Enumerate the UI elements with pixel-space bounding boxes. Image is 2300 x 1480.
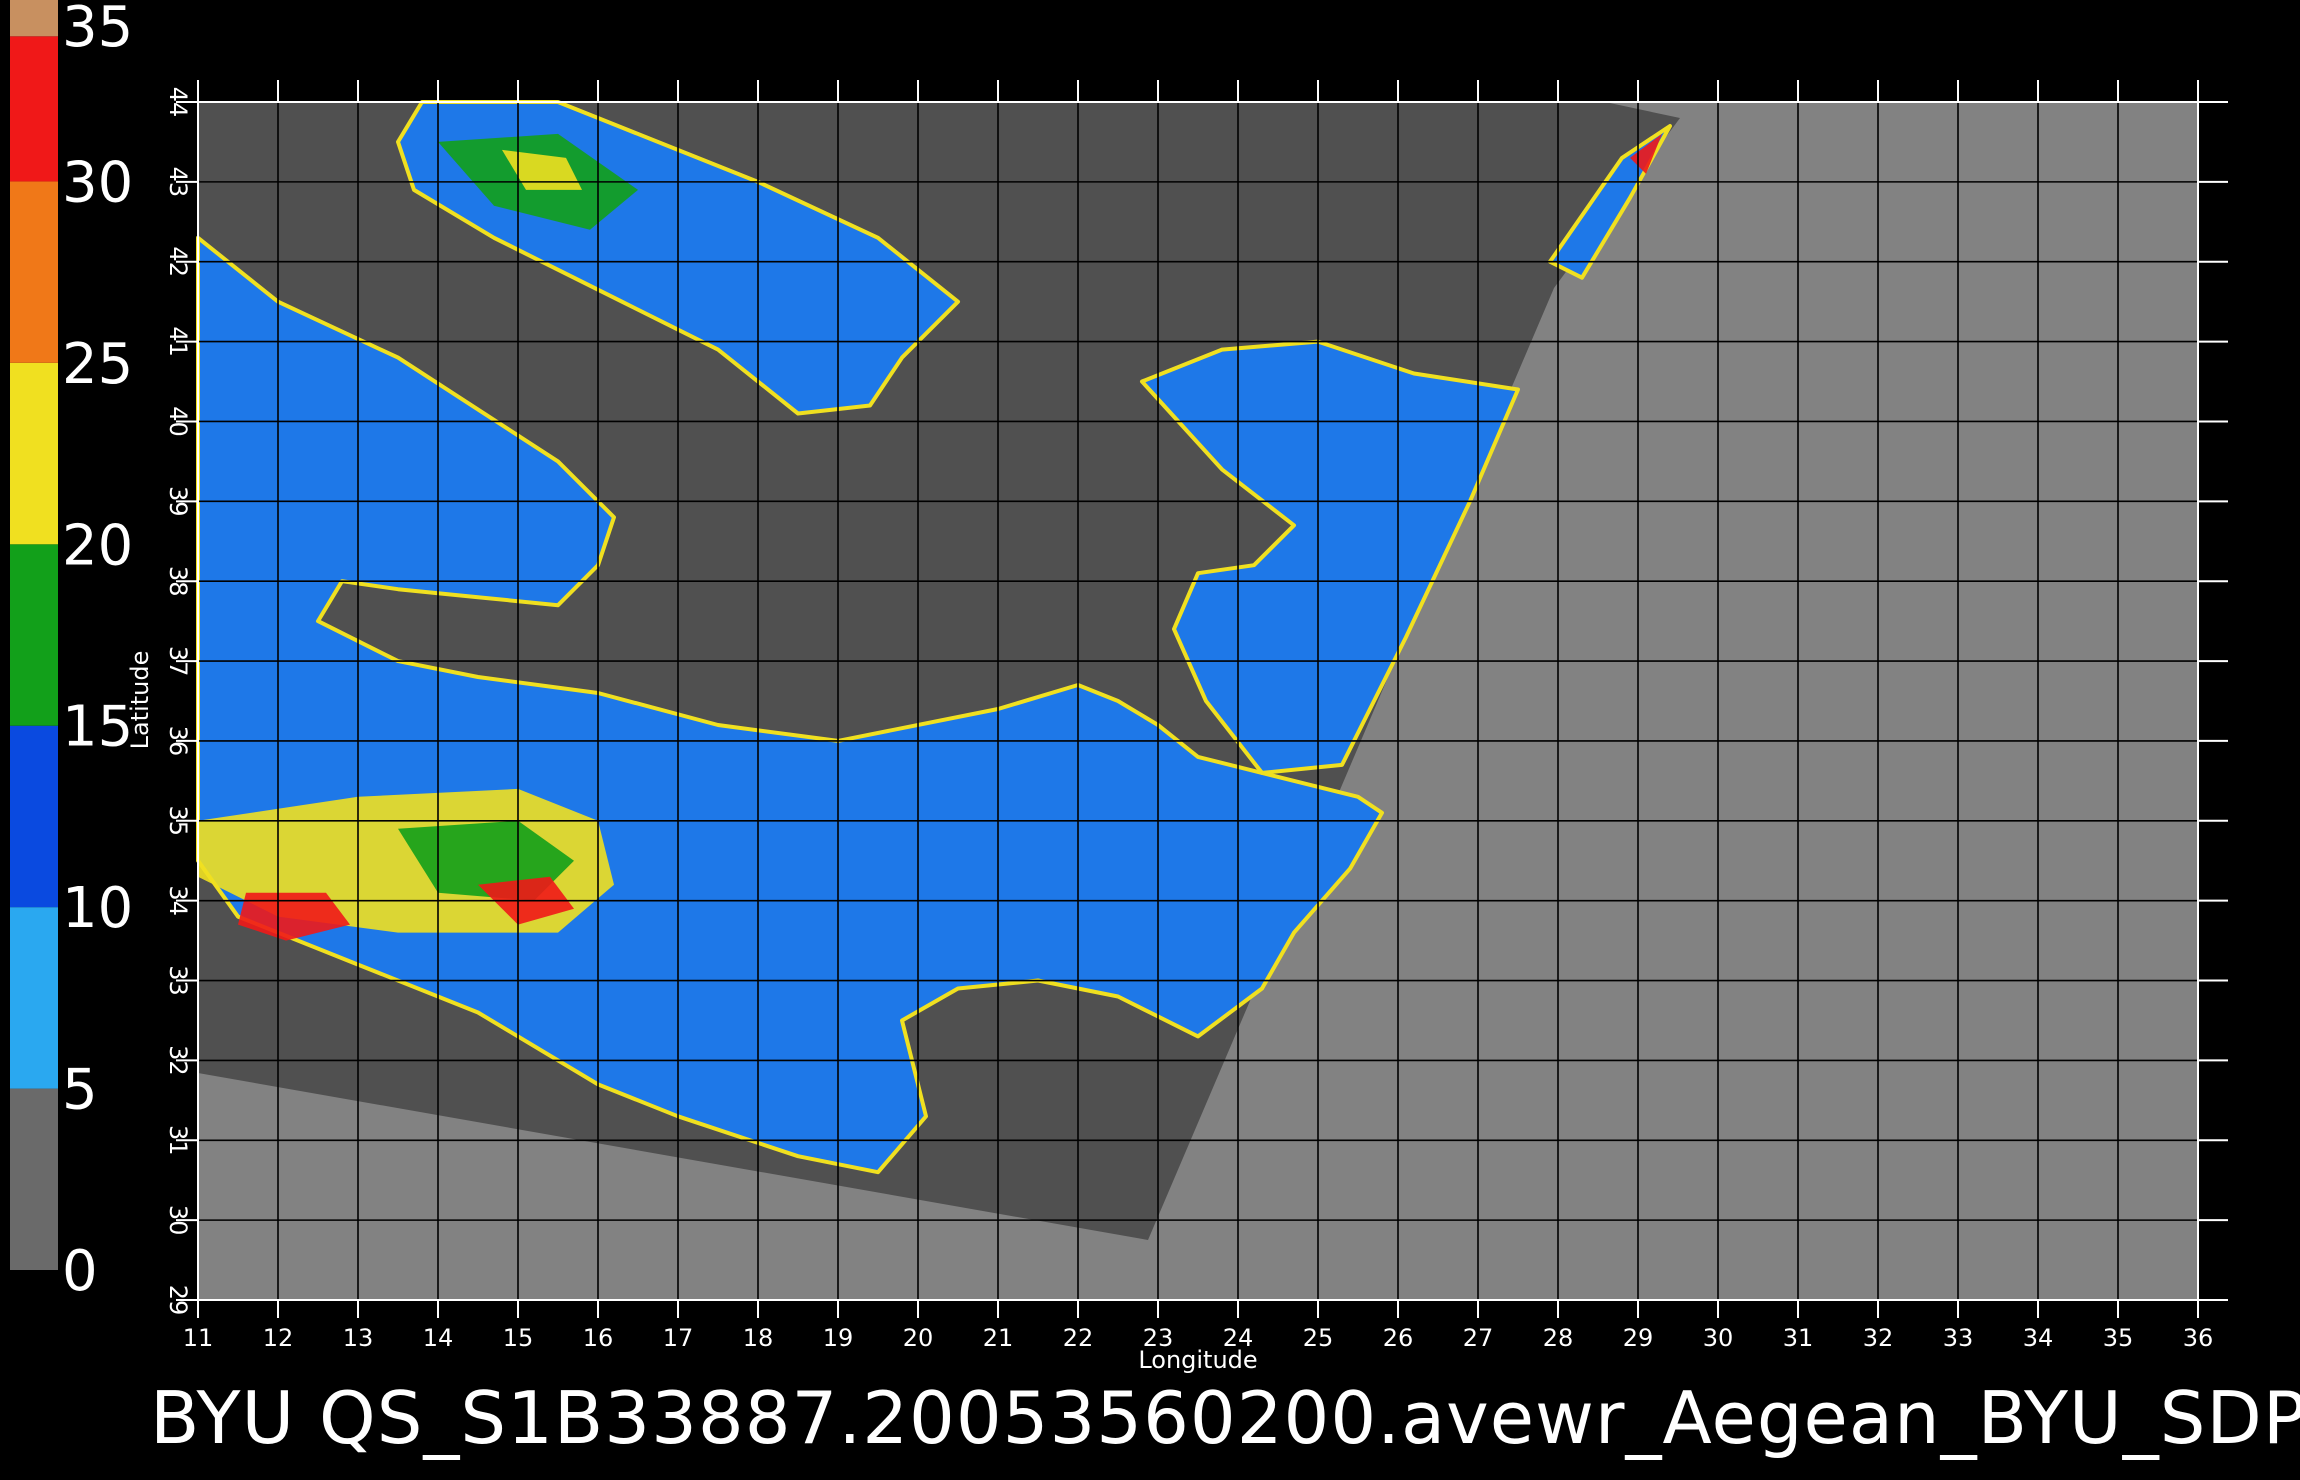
lat-tick-label: 44	[164, 87, 192, 118]
colorbar-band-6	[10, 36, 58, 182]
lon-tick-label: 26	[1383, 1324, 1414, 1352]
lat-tick-label: 35	[164, 806, 192, 837]
colorbar-band-7	[10, 0, 58, 37]
lat-tick-label: 37	[164, 646, 192, 677]
lat-tick-label: 36	[164, 726, 192, 757]
lon-tick-label: 33	[1943, 1324, 1974, 1352]
colorbar-band-1	[10, 907, 58, 1089]
lon-tick-label: 19	[823, 1324, 854, 1352]
wind-map-figure: 35 30 25 20 15 10 5 0 11 12 13 14 15 16 17 18 19 20 21 22 2…	[10, 0, 2228, 1374]
lon-tick-label: 32	[1863, 1324, 1894, 1352]
lat-tick-label: 43	[164, 167, 192, 198]
lon-tick-label: 15	[503, 1324, 534, 1352]
lon-tick-label: 29	[1623, 1324, 1654, 1352]
lon-tick-label: 30	[1703, 1324, 1734, 1352]
colorbar-band-3	[10, 544, 58, 726]
lat-tick-label: 32	[164, 1045, 192, 1076]
colorbar-label: 0	[62, 1239, 98, 1304]
lon-tick-label: 12	[263, 1324, 294, 1352]
colorbar-label: 25	[62, 332, 133, 397]
lat-tick-label: 39	[164, 486, 192, 517]
lat-tick-label: 33	[164, 965, 192, 996]
lon-tick-label: 22	[1063, 1324, 1094, 1352]
image-caption: BYU QS_S1B33887.20053560200.avewr_Aegean…	[150, 1376, 2300, 1460]
colorbar-label: 10	[62, 876, 133, 941]
wind-speed-colorbar	[10, 0, 58, 1270]
colorbar-band-4	[10, 362, 58, 545]
lon-tick-label: 28	[1543, 1324, 1574, 1352]
lat-tick-label: 41	[164, 326, 192, 357]
colorbar-label: 30	[62, 150, 133, 215]
lon-tick-label: 36	[2183, 1324, 2214, 1352]
lon-tick-label: 31	[1783, 1324, 1814, 1352]
colorbar-band-0	[10, 1088, 58, 1270]
colorbar-label: 20	[62, 513, 133, 578]
colorbar-labels: 35 30 25 20 15 10 5 0	[62, 0, 133, 1304]
lat-tick-label: 42	[164, 246, 192, 277]
lon-tick-label: 20	[903, 1324, 934, 1352]
lon-tick-label: 27	[1463, 1324, 1494, 1352]
colorbar-band-2	[10, 725, 58, 908]
lon-tick-label: 35	[2103, 1324, 2134, 1352]
lat-tick-label: 38	[164, 566, 192, 597]
lon-tick-label: 14	[423, 1324, 454, 1352]
lon-tick-label: 21	[983, 1324, 1014, 1352]
lon-tick-label: 25	[1303, 1324, 1334, 1352]
lat-tick-label: 34	[164, 885, 192, 916]
lon-tick-label: 11	[183, 1324, 214, 1352]
lon-tick-label: 17	[663, 1324, 694, 1352]
colorbar-band-5	[10, 181, 58, 363]
lat-tick-label: 30	[164, 1205, 192, 1236]
lon-tick-label: 34	[2023, 1324, 2054, 1352]
colorbar-label: 35	[62, 0, 133, 60]
lon-tick-label: 13	[343, 1324, 374, 1352]
lat-tick-label: 31	[164, 1125, 192, 1156]
latitude-tick-labels: 29 30 31 32 33 34 35 36 37 38 39 40 41 42 43 44	[164, 87, 192, 1316]
lon-tick-label: 16	[583, 1324, 614, 1352]
lat-tick-label: 40	[164, 406, 192, 437]
lon-tick-label: 18	[743, 1324, 774, 1352]
colorbar-label: 15	[62, 695, 133, 760]
colorbar-label: 5	[62, 1058, 98, 1123]
y-axis-title: Latitude	[126, 651, 154, 750]
lat-tick-label: 29	[164, 1285, 192, 1316]
